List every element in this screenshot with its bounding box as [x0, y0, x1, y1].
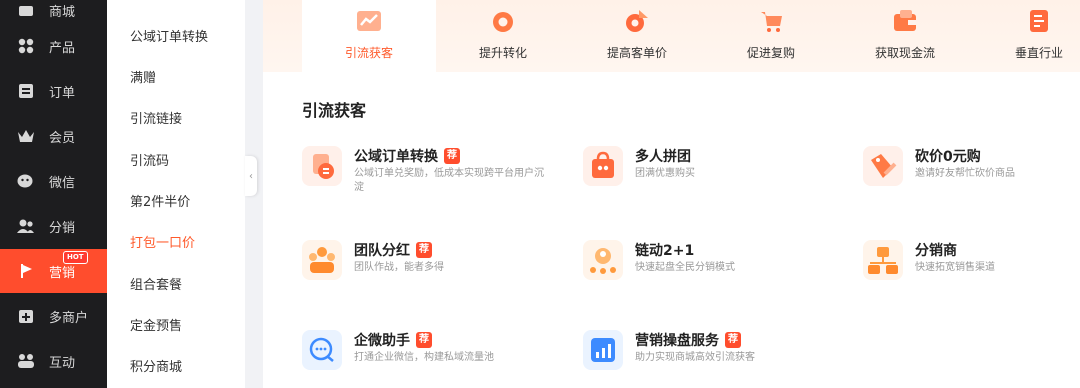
submenu-item[interactable]: 定金预售 [130, 315, 182, 334]
submenu-item-active[interactable]: 打包一口价 [130, 232, 195, 251]
recommend-badge: 荐 [725, 332, 741, 348]
chat-icon [17, 352, 35, 370]
nav-item-multi-merchant[interactable]: 多商户 [0, 294, 107, 338]
nav-label: 商城 [49, 4, 76, 20]
card-desc: 邀请好友帮忙砍价商品 [915, 168, 1015, 179]
tab-order-value[interactable]: 提高客单价 [570, 0, 704, 72]
tab-conversion[interactable]: 提升转化 [436, 0, 570, 72]
chain-icon [583, 240, 623, 280]
tool-card[interactable]: 分销商 快速拓宽销售渠道 [863, 240, 1080, 292]
tool-card[interactable]: 多人拼团 团满优惠购买 [583, 146, 833, 198]
submenu-item[interactable]: 满赠 [130, 67, 156, 86]
card-title: 砍价0元购 [915, 149, 981, 165]
tool-card[interactable]: 企微助手荐 打通企业微信，构建私域流量池 [302, 330, 552, 382]
wecom-icon [302, 330, 342, 370]
card-desc: 团队作战，能者多得 [354, 262, 444, 273]
card-desc: 团满优惠购买 [635, 168, 695, 179]
nav-label: 互动 [49, 355, 76, 371]
users-icon [17, 217, 35, 235]
tab-bar: 引流获客 提升转化 提高客单价 促进复购 获取现金流 垂直行业 [263, 0, 1080, 72]
flag-icon [17, 262, 35, 280]
nav-item-orders[interactable]: 订单 [0, 69, 107, 113]
document-icon [1026, 8, 1052, 34]
crown-icon [17, 127, 35, 145]
card-title: 分销商 [915, 243, 957, 259]
submenu-item[interactable]: 第2件半价 [130, 191, 190, 210]
tab-vertical[interactable]: 垂直行业 [972, 0, 1080, 72]
arrow-up-icon [624, 8, 650, 34]
card-desc: 快速拓宽销售渠道 [915, 262, 995, 273]
tab-label: 垂直行业 [1014, 46, 1063, 60]
nav-label: 会员 [49, 130, 76, 146]
card-title: 团队分红 [354, 243, 410, 259]
nav-label: 多商户 [49, 310, 89, 326]
team-icon [302, 240, 342, 280]
nav-item-distribution[interactable]: 分销 [0, 204, 107, 248]
card-desc: 打通企业微信，构建私域流量池 [354, 352, 494, 363]
wechat-icon [17, 172, 35, 190]
section-title: 引流获客 [302, 101, 367, 120]
card-desc: 公域订单兑奖励，低成本实现跨平台用户沉淀 [354, 168, 544, 193]
order-icon [17, 82, 35, 100]
bargain-icon [863, 146, 903, 186]
wallet-icon [892, 8, 918, 34]
tool-card[interactable]: 团队分红荐 团队作战，能者多得 [302, 240, 552, 292]
recommend-badge: 荐 [416, 242, 432, 258]
main-nav: 商城 产品 订单 会员 微信 分销 HOT 营销 多商户 互动 [0, 0, 107, 388]
ring-icon [490, 8, 516, 34]
group-buy-icon [583, 146, 623, 186]
nav-label: 订单 [49, 85, 76, 101]
tool-card[interactable]: 公域订单转换荐 公域订单兑奖励，低成本实现跨平台用户沉淀 [302, 146, 552, 198]
tab-label: 提升转化 [478, 46, 527, 60]
tab-label: 提高客单价 [606, 46, 667, 60]
order-convert-icon [302, 146, 342, 186]
tool-card[interactable]: 链动2+1 快速起盘全民分销模式 [583, 240, 833, 292]
main-content: 引流获客 提升转化 提高客单价 促进复购 获取现金流 垂直行业 引流获客 公域订… [263, 0, 1080, 388]
card-title: 企微助手 [354, 333, 410, 349]
recommend-badge: 荐 [416, 332, 432, 348]
card-desc: 快速起盘全民分销模式 [635, 262, 735, 273]
submenu-item[interactable]: 引流链接 [130, 108, 182, 127]
collapse-handle[interactable]: ‹ [245, 156, 257, 196]
nav-item-members[interactable]: 会员 [0, 114, 107, 158]
distributor-icon [863, 240, 903, 280]
tab-cashflow[interactable]: 获取现金流 [838, 0, 972, 72]
recommend-badge: 荐 [444, 148, 460, 164]
nav-label: 产品 [49, 40, 76, 56]
submenu: 公域订单转换 满赠 引流链接 引流码 第2件半价 打包一口价 组合套餐 定金预售… [107, 0, 245, 388]
tab-label: 获取现金流 [874, 46, 935, 60]
submenu-item[interactable]: 积分商城 [130, 356, 182, 375]
trend-icon [356, 8, 382, 34]
submenu-item[interactable]: 公域订单转换 [130, 26, 208, 45]
card-desc: 助力实现商城高效引流获客 [635, 352, 755, 363]
card-title: 营销操盘服务 [635, 333, 719, 349]
chart-icon [583, 330, 623, 370]
tab-repurchase[interactable]: 促进复购 [704, 0, 838, 72]
tab-traffic[interactable]: 引流获客 [302, 0, 436, 72]
nav-label: 微信 [49, 175, 76, 191]
nav-label: 营销 [49, 265, 76, 281]
nav-label: 分销 [49, 220, 76, 236]
card-title: 多人拼团 [635, 149, 691, 165]
submenu-item[interactable]: 组合套餐 [130, 274, 182, 293]
nav-item-products[interactable]: 产品 [0, 24, 107, 68]
tool-card[interactable]: 营销操盘服务荐 助力实现商城高效引流获客 [583, 330, 833, 382]
tab-label: 促进复购 [746, 46, 795, 60]
chevron-left-icon: ‹ [249, 170, 253, 182]
submenu-item[interactable]: 引流码 [130, 150, 169, 169]
grid-icon [17, 37, 35, 55]
nav-item-wechat[interactable]: 微信 [0, 159, 107, 203]
store-icon [17, 1, 35, 19]
nav-item-interaction[interactable]: 互动 [0, 339, 107, 383]
nav-item-marketing[interactable]: HOT 营销 [0, 249, 107, 293]
shop-plus-icon [17, 307, 35, 325]
tab-label: 引流获客 [344, 46, 393, 60]
tool-card[interactable]: 砍价0元购 邀请好友帮忙砍价商品 [863, 146, 1080, 198]
cart-icon [758, 8, 784, 34]
card-title: 公域订单转换 [354, 149, 438, 165]
card-title: 链动2+1 [635, 243, 695, 259]
